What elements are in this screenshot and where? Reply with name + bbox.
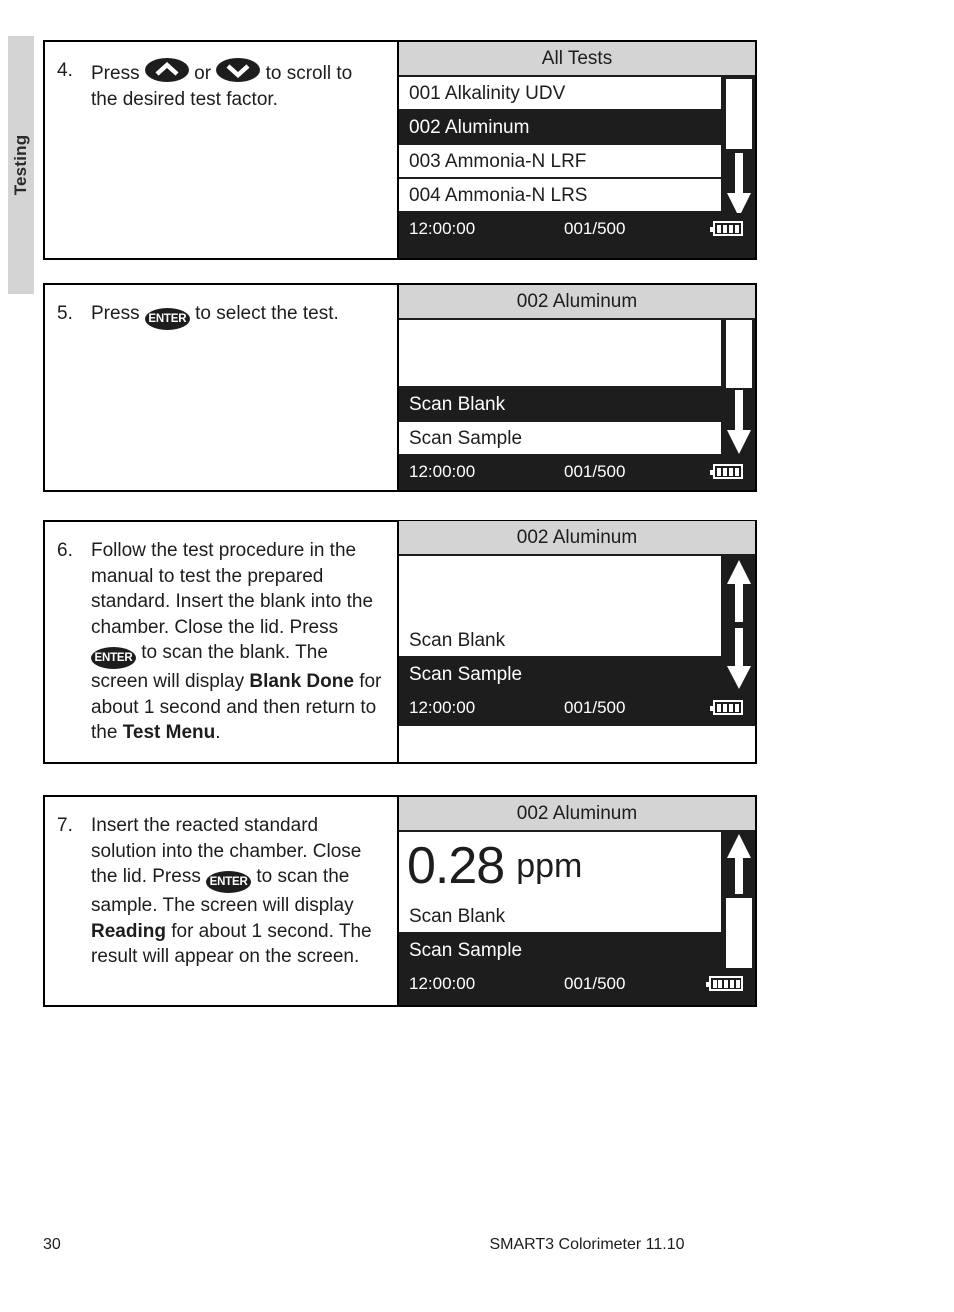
device-screen-test-menu-scan-sample: 002 Aluminum Scan Blank Scan Sample 12:0… <box>399 521 755 726</box>
screen-title: 002 Aluminum <box>399 521 755 556</box>
chevron-up-icon <box>144 58 189 82</box>
step-5-text: 5. Press ENTER to select the test. <box>45 285 399 490</box>
battery-icon <box>706 976 743 991</box>
step-4-text-or: or <box>188 63 217 84</box>
section-tab-testing: Testing <box>8 36 34 294</box>
list-item-empty <box>399 320 723 354</box>
scroll-down-arrow-icon[interactable] <box>726 390 752 456</box>
step-7-text: 7. Insert the reacted standard solution … <box>45 797 399 1005</box>
scroll-down-arrow-icon[interactable] <box>726 628 752 690</box>
section-tab-label: Testing <box>11 134 30 196</box>
list-item[interactable]: 004 Ammonia-N LRS <box>399 179 723 213</box>
status-time: 12:00:00 <box>409 974 476 993</box>
page-footer: 30 SMART3 Colorimeter 11.10 <box>0 1236 954 1260</box>
step-6-bold-blank-done: Blank Done <box>249 671 354 692</box>
step-6-text-1: Follow the test procedure in the manual … <box>91 540 374 638</box>
step-4: 4. Press or to scroll to the desired tes… <box>43 40 757 260</box>
device-screen-test-menu: 002 Aluminum Scan Blank Scan Sample 12:0… <box>399 285 755 490</box>
list-item-empty <box>399 590 723 624</box>
step-6-text-4: . <box>215 722 221 743</box>
screen-title: 002 Aluminum <box>399 797 755 832</box>
reading-display: 0.28 ppm <box>399 832 723 900</box>
step-5-screen-wrap: 002 Aluminum Scan Blank Scan Sample 12:0… <box>399 285 755 490</box>
step-5-text-before: Press <box>91 303 145 324</box>
screen-title: 002 Aluminum <box>399 285 755 320</box>
step-4-instruction: Press or to scroll to the desired test f… <box>91 58 383 112</box>
step-5-text-after: to select the test. <box>189 303 339 324</box>
list-item[interactable]: Scan Sample <box>399 422 723 456</box>
status-count: 001/500 <box>564 219 626 238</box>
scrollbar-thumb[interactable] <box>726 898 752 970</box>
list-item[interactable]: Scan Blank <box>399 388 723 422</box>
enter-key-icon: ENTER <box>144 308 190 330</box>
step-6-number: 6. <box>57 540 73 561</box>
scroll-up-arrow-icon[interactable] <box>726 560 752 624</box>
step-7-bold-reading: Reading <box>91 920 166 942</box>
step-4-number: 4. <box>57 60 73 81</box>
screen-status-bar: 12:00:00 001/500 <box>399 213 755 245</box>
test-list: 001 Alkalinity UDV 002 Aluminum 003 Ammo… <box>399 77 755 223</box>
list-item[interactable]: Scan Sample <box>399 934 723 968</box>
list-item[interactable]: Scan Sample <box>399 658 723 692</box>
test-menu-list: Scan Blank Scan Sample <box>399 556 755 694</box>
step-6-instruction: Follow the test procedure in the manual … <box>91 538 383 746</box>
battery-icon <box>710 464 743 479</box>
step-6-text: 6. Follow the test procedure in the manu… <box>45 522 399 762</box>
list-item[interactable]: 001 Alkalinity UDV <box>399 77 723 111</box>
scroll-up-arrow-icon[interactable] <box>726 834 752 896</box>
step-7-number: 7. <box>57 815 73 836</box>
result-list: 0.28 ppm Scan Blank Scan Sample <box>399 832 755 973</box>
screen-scrollbar[interactable] <box>721 320 755 458</box>
test-menu-list: Scan Blank Scan Sample <box>399 320 755 458</box>
scrollbar-thumb[interactable] <box>726 79 752 149</box>
step-5-instruction: Press ENTER to select the test. <box>91 301 339 330</box>
status-count: 001/500 <box>564 462 626 481</box>
step-4-screen-wrap: All Tests 001 Alkalinity UDV 002 Aluminu… <box>399 42 755 258</box>
status-time: 12:00:00 <box>409 219 476 238</box>
screen-title: All Tests <box>399 42 755 77</box>
document-title: SMART3 Colorimeter 11.10 <box>489 1236 685 1253</box>
device-screen-result: 002 Aluminum 0.28 ppm Scan Blank Scan Sa… <box>399 797 755 1005</box>
screen-status-bar: 12:00:00 001/500 <box>399 456 755 488</box>
list-item[interactable]: Scan Blank <box>399 900 723 934</box>
step-5-number: 5. <box>57 303 73 324</box>
step-6-bold-test-menu: Test Menu <box>122 722 216 743</box>
step-7: 7. Insert the reacted standard solution … <box>43 795 757 1007</box>
step-7-screen-wrap: 002 Aluminum 0.28 ppm Scan Blank Scan Sa… <box>399 797 755 1005</box>
status-time: 12:00:00 <box>409 698 476 717</box>
enter-key-icon: ENTER <box>206 871 252 893</box>
chevron-down-icon <box>216 58 261 82</box>
step-4-text-before: Press <box>91 63 145 84</box>
step-7-instruction: Insert the reacted standard solution int… <box>91 813 383 970</box>
step-5: 5. Press ENTER to select the test. 002 A… <box>43 283 757 492</box>
status-count: 001/500 <box>564 974 626 993</box>
enter-key-icon: ENTER <box>91 647 136 669</box>
list-item[interactable]: Scan Blank <box>399 624 723 658</box>
scroll-down-arrow-icon[interactable] <box>726 153 752 219</box>
device-screen-all-tests: All Tests 001 Alkalinity UDV 002 Aluminu… <box>399 42 755 258</box>
list-item[interactable]: 003 Ammonia-N LRF <box>399 145 723 179</box>
screen-scrollbar[interactable] <box>721 832 755 973</box>
step-4-text: 4. Press or to scroll to the desired tes… <box>45 42 399 258</box>
step-6-screen-wrap: 002 Aluminum Scan Blank Scan Sample 12:0… <box>399 521 755 762</box>
list-item[interactable]: 002 Aluminum <box>399 111 723 145</box>
screen-status-bar: 12:00:00 001/500 <box>399 692 755 724</box>
reading-value: 0.28 <box>407 837 505 895</box>
scrollbar-thumb[interactable] <box>726 320 752 388</box>
screen-scrollbar[interactable] <box>721 77 755 223</box>
list-item-empty <box>399 556 723 590</box>
screen-status-bar: 12:00:00 001/500 <box>399 968 755 1000</box>
status-count: 001/500 <box>564 698 626 717</box>
list-item-empty <box>399 354 723 388</box>
step-6: 6. Follow the test procedure in the manu… <box>43 520 757 764</box>
status-time: 12:00:00 <box>409 462 476 481</box>
battery-icon <box>710 221 743 236</box>
reading-unit: ppm <box>516 847 583 885</box>
screen-scrollbar[interactable] <box>721 556 755 694</box>
battery-icon <box>710 700 743 715</box>
